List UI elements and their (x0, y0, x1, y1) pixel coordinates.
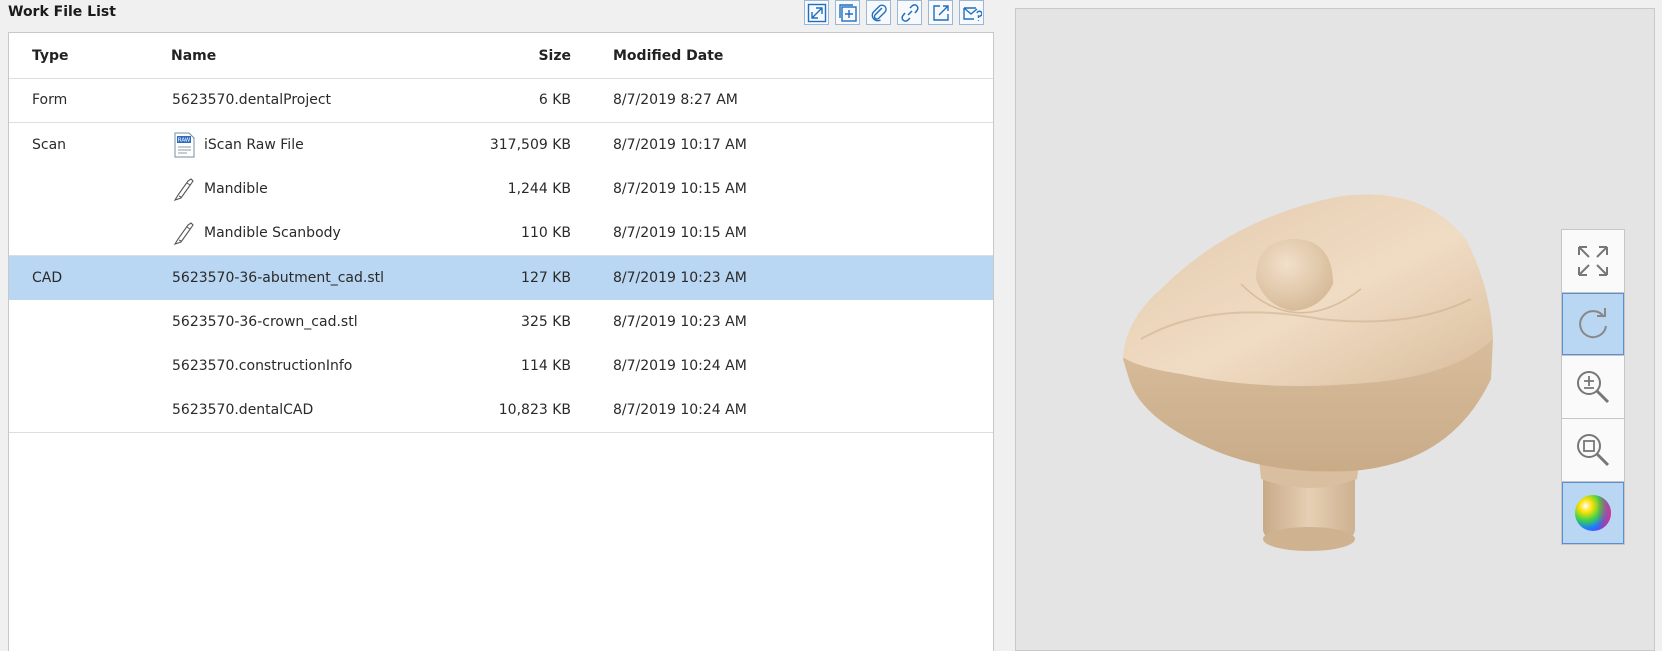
row-date: 8/7/2019 10:24 AM (613, 358, 747, 374)
table-row[interactable]: 5623570.dentalCAD 10,823 KB 8/7/2019 10:… (9, 388, 993, 433)
viewer-tools (1561, 229, 1625, 545)
table-row[interactable]: 5623570-36-crown_cad.stl 325 KB 8/7/2019… (9, 300, 993, 344)
row-size: 110 KB (521, 225, 571, 241)
row-date: 8/7/2019 10:23 AM (613, 314, 747, 330)
attach-icon (871, 3, 887, 21)
scanner-icon (172, 220, 196, 246)
raw-icon-label: RAW (178, 138, 191, 144)
row-date: 8/7/2019 8:27 AM (613, 92, 738, 108)
3d-viewer[interactable] (1015, 8, 1655, 651)
scanner-icon (172, 176, 196, 202)
row-name: 5623570-36-crown_cad.stl (172, 314, 358, 330)
row-name-cell: Mandible Scanbody (172, 211, 341, 255)
link-icon (900, 3, 919, 22)
row-name: 5623570.dentalProject (172, 92, 332, 108)
row-name: iScan Raw File (204, 137, 304, 153)
row-date: 8/7/2019 10:17 AM (613, 137, 747, 153)
header-size[interactable]: Size (538, 33, 571, 78)
row-size: 127 KB (521, 270, 571, 286)
add-file-button[interactable] (835, 0, 860, 25)
row-size: 6 KB (538, 92, 571, 108)
zoom-window-icon (1577, 434, 1610, 467)
row-size: 10,823 KB (498, 402, 571, 418)
color-map-button[interactable] (1562, 482, 1624, 544)
zoom-in-out-icon (1577, 371, 1610, 404)
file-toolbar (804, 0, 984, 25)
table-row[interactable]: Scan RAW iScan Raw File 317,509 KB 8/7/2… (9, 123, 993, 167)
rotate-button[interactable] (1562, 293, 1624, 355)
panel-title: Work File List (8, 4, 116, 20)
table-row-selected[interactable]: CAD 5623570-36-abutment_cad.stl 127 KB 8… (9, 256, 993, 300)
fit-view-icon (1578, 246, 1608, 276)
table-header: Type Name Size Modified Date (9, 33, 993, 79)
row-date: 8/7/2019 10:15 AM (613, 225, 747, 241)
work-file-table: Type Name Size Modified Date Form 562357… (8, 32, 994, 651)
abutment-3d-model[interactable] (1121, 179, 1521, 559)
row-name: Mandible Scanbody (204, 225, 341, 241)
export-icon (932, 4, 949, 21)
table-row[interactable]: 5623570.constructionInfo 114 KB 8/7/2019… (9, 344, 993, 388)
row-size: 317,509 KB (489, 137, 571, 153)
table-row[interactable]: Form 5623570.dentalProject 6 KB 8/7/2019… (9, 78, 993, 123)
header-type[interactable]: Type (32, 33, 69, 78)
row-name-cell: Mandible (172, 167, 268, 211)
add-layer-icon (838, 3, 857, 22)
rotate-icon (1579, 308, 1607, 339)
color-map-icon (1575, 495, 1611, 531)
row-type: CAD (32, 270, 63, 286)
fit-view-button[interactable] (1562, 230, 1624, 292)
row-name: Mandible (204, 181, 268, 197)
expand-icon (807, 3, 826, 22)
row-size: 325 KB (521, 314, 571, 330)
mail-icon (962, 6, 982, 21)
row-name: 5623570.dentalCAD (172, 402, 314, 418)
raw-file-icon: RAW (172, 132, 196, 158)
row-date: 8/7/2019 10:24 AM (613, 402, 747, 418)
attach-button[interactable] (866, 0, 891, 25)
zoom-button[interactable] (1562, 356, 1624, 418)
row-name: 5623570.constructionInfo (172, 358, 353, 374)
table-row[interactable]: Mandible 1,244 KB 8/7/2019 10:15 AM (9, 167, 993, 211)
header-modified-date[interactable]: Modified Date (613, 33, 723, 78)
header-name[interactable]: Name (171, 33, 216, 78)
row-type: Scan (32, 137, 67, 153)
expand-button[interactable] (804, 0, 829, 25)
row-date: 8/7/2019 10:23 AM (613, 270, 747, 286)
row-size: 114 KB (521, 358, 571, 374)
row-type: Form (32, 92, 68, 108)
row-size: 1,244 KB (507, 181, 571, 197)
mail-button[interactable] (959, 0, 984, 25)
export-button[interactable] (928, 0, 953, 25)
row-name: 5623570-36-abutment_cad.stl (172, 270, 384, 286)
link-button[interactable] (897, 0, 922, 25)
row-name-cell: RAW iScan Raw File (172, 123, 304, 167)
row-date: 8/7/2019 10:15 AM (613, 181, 747, 197)
zoom-window-button[interactable] (1562, 419, 1624, 481)
table-row[interactable]: Mandible Scanbody 110 KB 8/7/2019 10:15 … (9, 211, 993, 256)
